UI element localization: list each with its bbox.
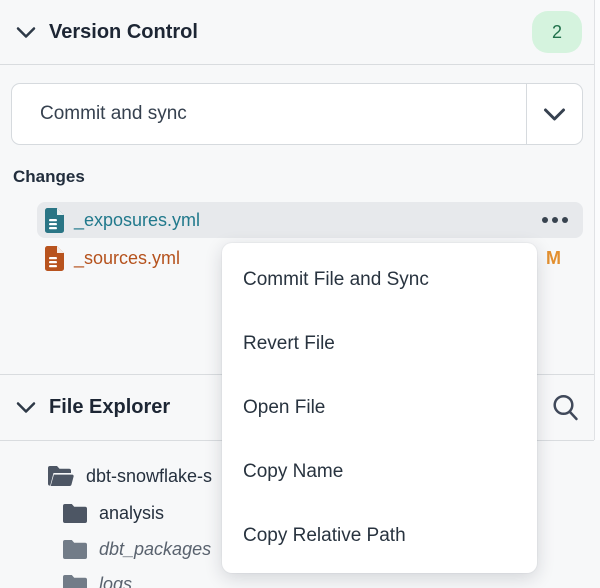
changed-file-name[interactable]: _exposures.yml bbox=[74, 210, 542, 231]
divider bbox=[0, 64, 594, 65]
menu-item-commit-file-and-sync[interactable]: Commit File and Sync bbox=[222, 248, 537, 312]
chevron-down-icon bbox=[543, 108, 566, 121]
search-icon[interactable] bbox=[549, 391, 582, 425]
folder-icon bbox=[63, 575, 87, 588]
file-context-menu: Commit File and Sync Revert File Open Fi… bbox=[222, 243, 537, 573]
yml-file-icon bbox=[45, 246, 64, 271]
chevron-down-icon[interactable] bbox=[16, 26, 36, 39]
tree-item-label: dbt-snowflake-s bbox=[86, 466, 212, 487]
chevron-down-icon[interactable] bbox=[16, 401, 36, 414]
version-control-header[interactable]: Version Control 2 bbox=[0, 0, 594, 64]
menu-item-open-file[interactable]: Open File bbox=[222, 376, 537, 440]
tree-item-label: dbt_packages bbox=[99, 539, 211, 560]
changes-section-label: Changes bbox=[13, 167, 85, 187]
changed-file-row-exposures[interactable]: _exposures.yml bbox=[37, 202, 583, 238]
tree-item-label: analysis bbox=[99, 503, 164, 524]
menu-item-copy-relative-path[interactable]: Copy Relative Path bbox=[222, 504, 537, 568]
version-control-panel: Version Control 2 Commit and sync Change… bbox=[0, 0, 600, 588]
dropdown-caret-button[interactable] bbox=[526, 84, 582, 144]
changes-count-badge: 2 bbox=[532, 11, 582, 53]
yml-file-icon bbox=[45, 208, 64, 233]
more-options-icon[interactable] bbox=[542, 217, 568, 223]
modified-status-badge: M bbox=[546, 248, 561, 269]
commit-action-dropdown[interactable]: Commit and sync bbox=[11, 83, 583, 145]
tree-item-analysis[interactable]: analysis bbox=[63, 498, 164, 528]
tree-item-label: logs bbox=[99, 574, 132, 588]
tree-item-project-root[interactable]: dbt-snowflake-s bbox=[48, 461, 212, 491]
tree-item-dbt-packages[interactable]: dbt_packages bbox=[63, 534, 211, 564]
folder-icon bbox=[63, 540, 87, 559]
scrollbar-gutter[interactable] bbox=[594, 0, 600, 440]
menu-item-copy-name[interactable]: Copy Name bbox=[222, 440, 537, 504]
file-explorer-title: File Explorer bbox=[49, 396, 170, 419]
folder-open-icon bbox=[48, 466, 74, 486]
commit-action-label[interactable]: Commit and sync bbox=[12, 84, 526, 144]
folder-icon bbox=[63, 504, 87, 523]
menu-item-revert-file[interactable]: Revert File bbox=[222, 312, 537, 376]
version-control-title: Version Control bbox=[49, 21, 198, 44]
tree-item-logs[interactable]: logs bbox=[63, 569, 132, 588]
